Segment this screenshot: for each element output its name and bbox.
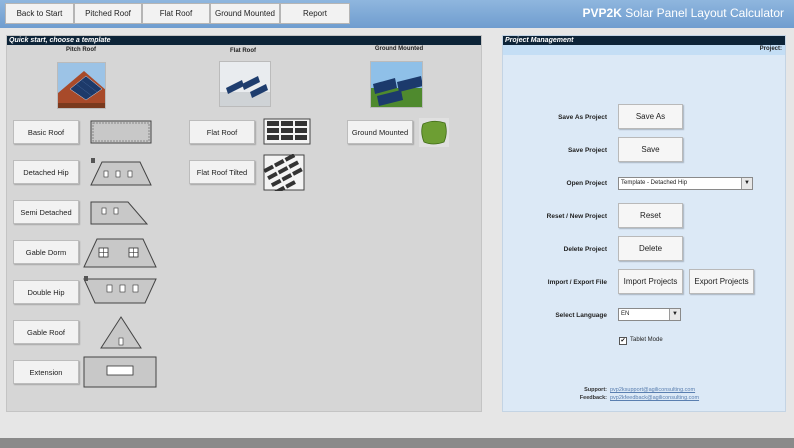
gable-roof-button[interactable]: Gable Roof	[13, 320, 79, 344]
ground-mounted-button[interactable]: Ground Mounted	[347, 120, 413, 144]
project-management-heading: Project Management	[503, 36, 785, 45]
ground-mounted-shape-icon[interactable]	[419, 118, 449, 147]
feedback-email-link[interactable]: pvp2kfeedback@agiliconsulting.com	[610, 395, 699, 401]
ground-mounted-photo	[370, 61, 423, 108]
detached-hip-shape-icon[interactable]	[90, 157, 152, 186]
save-as-button[interactable]: Save As	[618, 104, 683, 129]
reset-project-label: Reset / New Project	[546, 213, 607, 220]
support-email-link[interactable]: pvp2ksupport@agiliconsulting.com	[610, 387, 695, 393]
save-project-label: Save Project	[567, 147, 607, 154]
chevron-down-icon[interactable]: ▼	[669, 309, 680, 320]
open-project-label: Open Project	[566, 180, 607, 187]
language-value: EN	[621, 311, 630, 317]
template-panel: Quick start, choose a template Pitch Roo…	[6, 35, 482, 412]
ground-mounted-column-title: Ground Mounted	[374, 46, 424, 52]
flat-roof-shape-icon[interactable]	[263, 118, 311, 145]
app-title: PVP2K Solar Panel Layout Calculator	[583, 6, 784, 20]
save-button[interactable]: Save	[618, 137, 683, 162]
import-projects-button[interactable]: Import Projects	[618, 269, 683, 294]
open-project-value: Template - Detached Hip	[621, 180, 688, 186]
flat-roof-tilted-button[interactable]: Flat Roof Tilted	[189, 160, 255, 184]
gable-dorm-shape-icon[interactable]	[83, 237, 157, 268]
support-label: Support:	[584, 387, 607, 393]
semi-detached-button[interactable]: Semi Detached	[13, 200, 79, 224]
select-language-label: Select Language	[555, 312, 607, 319]
double-hip-button[interactable]: Double Hip	[13, 280, 79, 304]
flat-roof-nav-button[interactable]: Flat Roof	[142, 3, 210, 24]
tablet-mode-checkbox[interactable]: ✔	[619, 337, 627, 345]
template-panel-heading: Quick start, choose a template	[7, 36, 481, 45]
back-to-start-button[interactable]: Back to Start	[5, 3, 74, 24]
basic-roof-button[interactable]: Basic Roof	[13, 120, 79, 144]
extension-shape-icon[interactable]	[83, 356, 157, 388]
pitched-roof-photo	[57, 62, 106, 109]
ground-mounted-nav-button[interactable]: Ground Mounted	[210, 3, 280, 24]
bottom-bar	[0, 438, 794, 448]
top-nav-bar: Back to Start Pitched Roof Flat Roof Gro…	[0, 0, 794, 28]
app-title-brand: PVP2K	[582, 6, 622, 20]
save-as-project-label: Save As Project	[558, 114, 607, 121]
pitched-roof-nav-button[interactable]: Pitched Roof	[74, 3, 142, 24]
language-dropdown[interactable]: EN ▼	[618, 308, 681, 321]
detached-hip-button[interactable]: Detached Hip	[13, 160, 79, 184]
extension-button[interactable]: Extension	[13, 360, 79, 384]
project-name-bar: Project:	[503, 45, 785, 55]
flat-roof-photo	[219, 61, 271, 107]
flat-roof-tilted-shape-icon[interactable]	[263, 154, 305, 191]
gable-dorm-button[interactable]: Gable Dorm	[13, 240, 79, 264]
semi-detached-shape-icon[interactable]	[90, 200, 148, 225]
reset-button[interactable]: Reset	[618, 203, 683, 228]
export-projects-button[interactable]: Export Projects	[689, 269, 754, 294]
import-export-label: Import / Export File	[547, 279, 607, 286]
chevron-down-icon[interactable]: ▼	[741, 178, 752, 189]
project-label: Project:	[759, 46, 782, 52]
flat-roof-button[interactable]: Flat Roof	[189, 120, 255, 144]
app-title-text: Solar Panel Layout Calculator	[621, 6, 784, 20]
flat-roof-column-title: Flat Roof	[230, 48, 256, 54]
pitch-roof-column-title: Pitch Roof	[66, 47, 96, 53]
project-management-panel: Project Management Project: Save As Proj…	[502, 35, 786, 412]
report-nav-button[interactable]: Report	[280, 3, 350, 24]
double-hip-shape-icon[interactable]	[83, 276, 157, 304]
open-project-dropdown[interactable]: Template - Detached Hip ▼	[618, 177, 753, 190]
delete-project-label: Delete Project	[563, 246, 607, 253]
feedback-label: Feedback:	[579, 395, 607, 401]
basic-roof-shape-icon[interactable]	[90, 120, 152, 144]
tablet-mode-label: Tablet Mode	[630, 337, 663, 343]
gable-roof-shape-icon[interactable]	[100, 316, 142, 349]
delete-button[interactable]: Delete	[618, 236, 683, 261]
